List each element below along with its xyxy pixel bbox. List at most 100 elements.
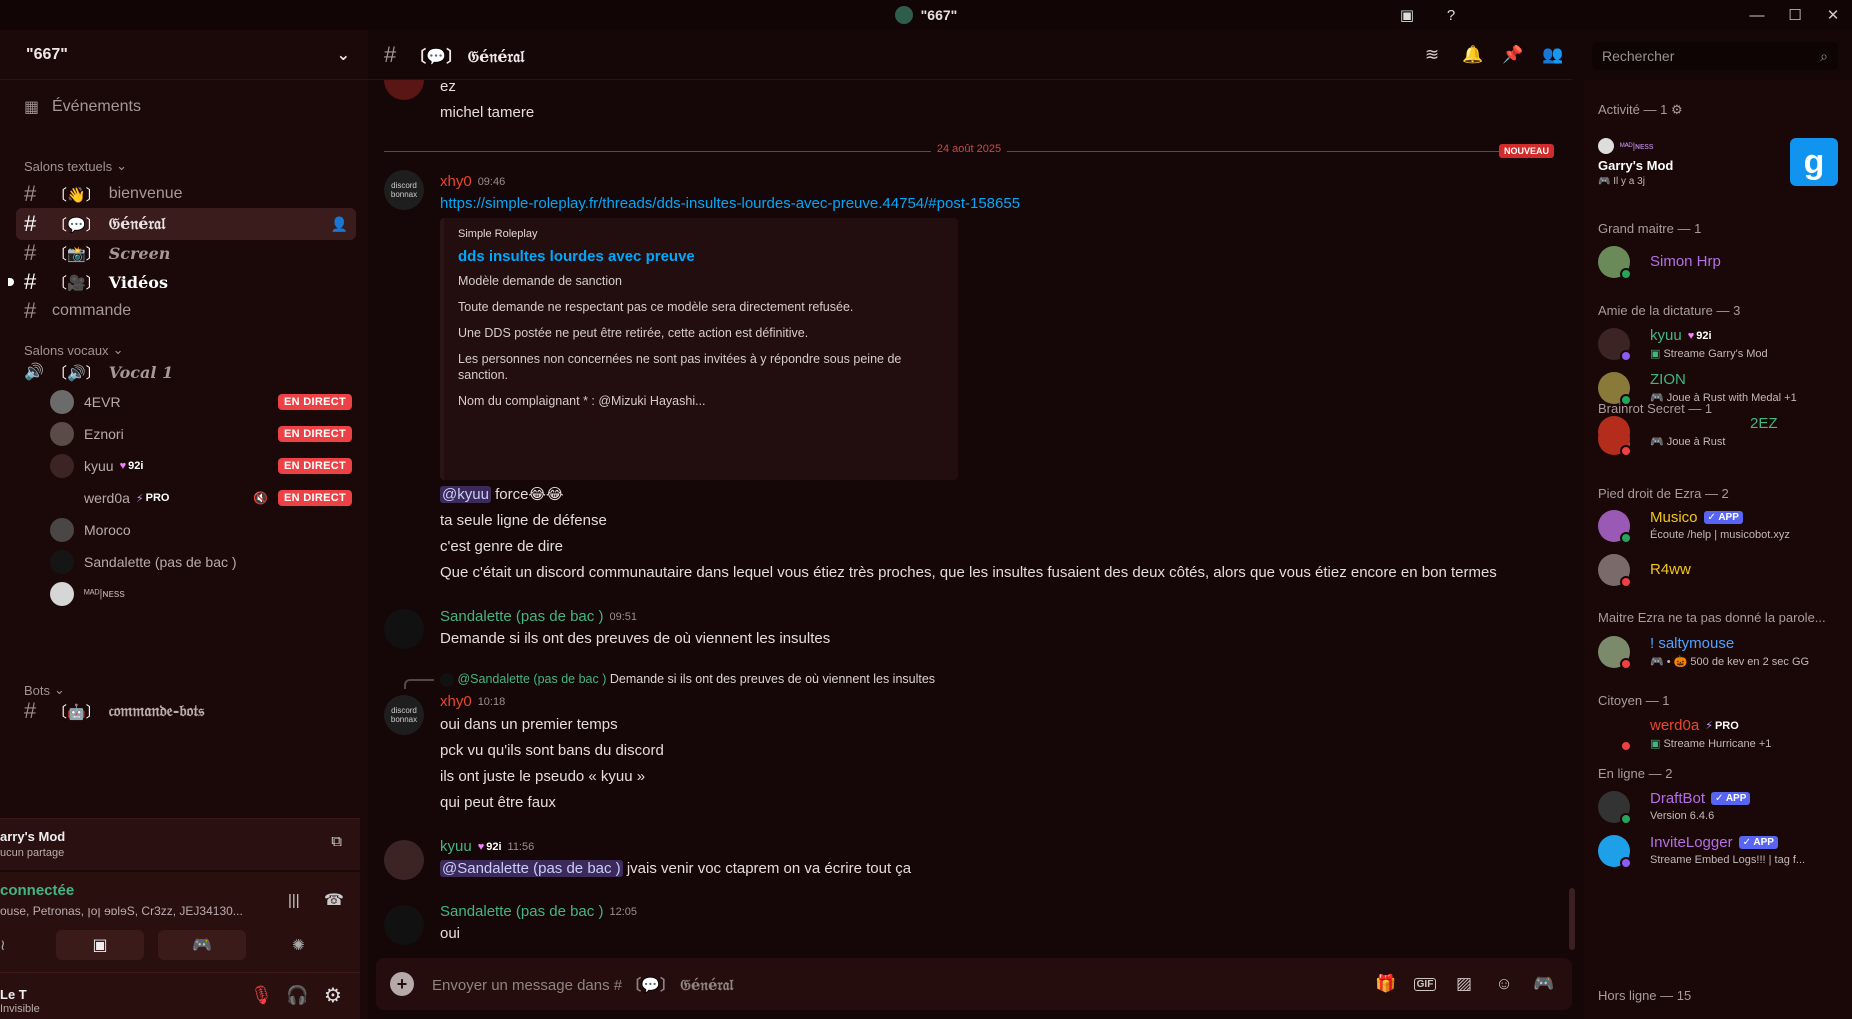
plus-icon[interactable]: + [390,972,414,996]
speaker-icon: 🔊 [24,364,44,381]
minimize-button[interactable]: — [1738,7,1776,24]
screen-share-icon[interactable]: ⧉ [331,833,342,850]
user-mention[interactable]: @kyuu [440,486,491,503]
avatar[interactable] [384,80,424,100]
server-header[interactable]: "667" ⌄ [0,30,368,80]
add-member-icon[interactable]: 👤 [331,216,348,233]
unread-indicator [8,278,14,286]
channel-sidebar: "667" ⌄ ▦ Événements Salons textuels ⌄ # … [0,30,368,1019]
message-author[interactable]: Sandalette (pas de bac ) 12:05 [440,903,637,920]
channel-bienvenue[interactable]: # 〔👋〕 bienvenue [16,178,356,210]
avatar[interactable] [384,905,424,945]
voice-channel-vocal-1[interactable]: 🔊 〔🔊〕 Vocal 1 [16,356,356,388]
channel-title: 〔💬〕 𝔊é𝔫é𝔯𝔞𝔩 [410,46,525,66]
sticker-icon[interactable]: ▨ [1452,974,1476,994]
message-input[interactable]: + Envoyer un message dans # 〔💬〕 𝔊é𝔫é𝔯𝔞𝔩 … [376,958,1572,1010]
soundboard-icon[interactable]: ✺ [292,936,305,954]
avatar [1598,138,1614,154]
channel-general[interactable]: # 〔💬〕 𝔊é𝔫é𝔯𝔞𝔩 👤 [16,208,356,240]
screen-icon: ▣ [92,937,108,954]
title-bar: "667" ▣ ? — ☐ ✕ [0,0,1852,30]
voice-user[interactable]: kyuu ♥ 92i EN DIRECT [50,452,352,480]
gear-icon[interactable]: ⚙ [324,983,342,1008]
activity-card[interactable]: ᴹᴬᴰ|ɴᴇss Garry's Mod 🎮 Il y a 3j g [1598,138,1838,194]
voice-user[interactable]: 4EVR EN DIRECT [50,388,352,416]
channel-header: # 〔💬〕 𝔊é𝔫é𝔯𝔞𝔩 ≋ 🔔 📌 👥 [368,30,1572,80]
voice-user[interactable]: Sandalette (pas de bac ) [50,548,352,576]
channel-videos[interactable]: # 〔🎥〕 Vidéos [8,266,356,298]
new-badge: NOUVEAU [1498,144,1554,158]
search-input[interactable]: Rechercher ⌕ [1592,42,1838,70]
hash-icon: # [24,298,37,323]
member-item[interactable]: DraftBot ✓ APP Version 6.4.6 [1598,788,1848,830]
channel-commande[interactable]: # commande [16,295,356,327]
avatar[interactable]: discord bonnax [384,170,424,210]
member-item[interactable]: Musico ✓ APP Écoute /help | musicobot.xyz [1598,507,1848,549]
gift-icon[interactable]: 🎁 [1374,974,1398,994]
pin-icon[interactable]: 📌 [1502,45,1523,65]
message-author[interactable]: kyuu ♥ 92i 11:56 [440,838,534,855]
inbox-icon[interactable]: ▣ [1396,4,1418,26]
avatar[interactable]: discord bonnax [384,695,424,735]
mic-muted-icon[interactable]: 🎙 [250,985,273,1006]
activity-panel[interactable]: arry's Mod ucun partage ⧉ [0,818,360,870]
chevron-down-icon: ⌄ [336,46,350,64]
avatar[interactable] [384,609,424,649]
search-icon: ⌕ [1820,47,1828,64]
member-item[interactable] [1598,420,1848,462]
message-author[interactable]: xhy0 09:46 [440,173,505,190]
avatar [50,454,74,478]
voice-connection-panel: connectée ouse, Petronas, ꞁoꞁ ɘɒlɘS, Cr3… [0,872,360,972]
maximize-button[interactable]: ☐ [1776,6,1814,24]
disconnect-icon[interactable]: ☎ [324,890,344,910]
hash-icon: # [24,269,37,294]
guild-tag: ♥ 92i [119,460,144,472]
member-list: Activité — 1 ⚙ ᴹᴬᴰ|ɴᴇss Garry's Mod 🎮 Il… [1584,80,1852,1019]
member-item[interactable]: werd0a ⚡ PRO ▣ Streame Hurricane +1 [1598,715,1848,757]
message-author[interactable]: xhy0 10:18 [440,693,505,710]
voice-user[interactable]: Eznori EN DIRECT [50,420,352,448]
threads-icon[interactable]: ≋ [1422,45,1442,65]
member-item[interactable]: ! saltymouse 🎮 • 🎃 500 de kev en 2 sec G… [1598,633,1848,675]
screen-share-button[interactable]: ▣ [56,930,144,960]
member-item[interactable]: Simon Hrp [1598,243,1848,285]
avatar [50,518,74,542]
message-link[interactable]: https://simple-roleplay.fr/threads/dds-i… [440,195,1020,212]
avatar[interactable] [384,840,424,880]
activity-button[interactable]: 🎮 [158,930,246,960]
avatar [50,582,74,606]
voice-user[interactable]: werd0a ⚡ PRO 🔇 EN DIRECT [50,484,352,512]
gamepad-icon[interactable]: 🎮 [1532,974,1556,994]
emoji-icon[interactable]: ☺ [1492,974,1516,994]
member-item[interactable]: InviteLogger ✓ APP Streame Embed Logs!!! … [1598,832,1848,874]
headset-deafened-icon[interactable]: 🎧 [286,985,308,1006]
reply-preview[interactable]: @Sandalette (pas de bac ) Demande si ils… [440,672,935,687]
channel-screen[interactable]: # 〔📸〕 Screen [16,237,356,269]
live-badge[interactable]: EN DIRECT [278,458,352,474]
sound-wave-icon[interactable]: ||| [288,892,300,909]
help-icon[interactable]: ? [1440,4,1462,26]
avatar [50,486,74,510]
member-item[interactable]: R4ww [1598,551,1848,593]
guild-tag: ⚡ PRO [135,492,170,505]
message-text: @Sandalette (pas de bac ) jvais venir vo… [440,860,912,877]
user-mention[interactable]: @Sandalette (pas de bac ) [440,860,623,877]
live-badge[interactable]: EN DIRECT [278,426,352,442]
members-icon[interactable]: 👥 [1542,45,1563,65]
channel-commande-bots[interactable]: # 〔🤖〕 𝔠𝔬𝔪𝔪𝔞𝔫𝔡𝔢-𝔟𝔬𝔱𝔰 [16,695,356,727]
message-scrollbar[interactable] [1569,888,1575,950]
message-author[interactable]: Sandalette (pas de bac ) 09:51 [440,608,637,625]
close-button[interactable]: ✕ [1814,6,1852,24]
live-badge[interactable]: EN DIRECT [278,394,352,410]
events-item[interactable]: ▦ Événements [16,91,356,123]
voice-user[interactable]: ᴹᴬᴰ|ɴᴇss [50,580,352,608]
category-text[interactable]: Salons textuels ⌄ [24,158,127,174]
noise-icon[interactable]: ≀ [0,936,6,954]
live-badge[interactable]: EN DIRECT [278,490,352,506]
gamepad-icon: 🎮 [1598,176,1611,187]
embed-title[interactable]: dds insultes lourdes avec preuve [458,248,944,265]
voice-user[interactable]: Moroco [50,516,352,544]
bell-icon[interactable]: 🔔 [1462,45,1483,65]
gif-icon[interactable]: GIF [1414,977,1436,991]
member-item[interactable]: kyuu ♥ 92i ▣ Streame Garry's Mod [1598,325,1848,367]
